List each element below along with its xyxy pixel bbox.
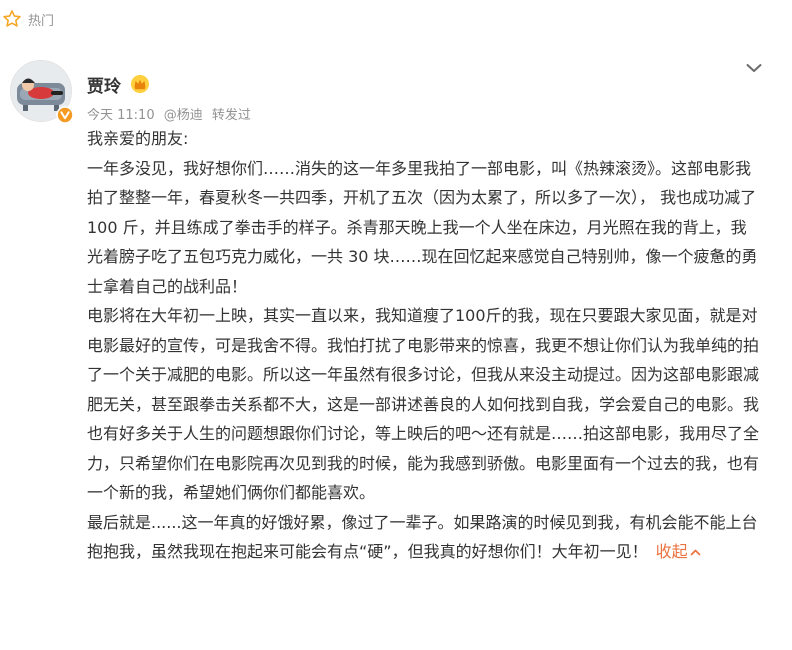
weibo-post-page: 热门 贾玲 今天 11:10 @杨迪 转发过 我亲爱的朋友: 一年多没见，我好想… [0, 0, 792, 650]
post-paragraph-3: 最后就是......这一年真的好饿好累，像过了一辈子。如果路演的时候见到我，有机… [87, 508, 762, 567]
post-content: 我亲爱的朋友: 一年多没见，我好想你们……消失的这一年多里我拍了一部电影，叫《热… [87, 124, 762, 567]
collapse-label: 收起 [655, 542, 688, 561]
hot-section-header: 热门 [0, 8, 54, 30]
verified-badge-icon [56, 106, 74, 124]
post-meta: 今天 11:10 @杨迪 转发过 [87, 104, 256, 123]
crown-icon [131, 75, 149, 93]
post-paragraph-2: 电影将在大年初一上映，其实一直以来，我知道瘦了100斤的我，现在只要跟大家见面，… [87, 306, 760, 502]
repost-action: 转发过 [211, 108, 251, 123]
hot-label: 热门 [28, 13, 55, 29]
chevron-up-icon [690, 549, 700, 556]
collapse-link[interactable]: 收起 [656, 542, 702, 561]
author-name[interactable]: 贾玲 [87, 72, 121, 97]
post-paragraph-1: 一年多没见，我好想你们……消失的这一年多里我拍了一部电影，叫《热辣滚烫》。这部电… [87, 158, 758, 296]
repost-source[interactable]: @杨迪 [164, 108, 203, 123]
post-time[interactable]: 今天 11:10 [87, 108, 155, 123]
star-outline-icon [3, 10, 21, 27]
chevron-down-icon[interactable] [744, 58, 764, 78]
post-greeting: 我亲爱的朋友: [87, 129, 189, 148]
